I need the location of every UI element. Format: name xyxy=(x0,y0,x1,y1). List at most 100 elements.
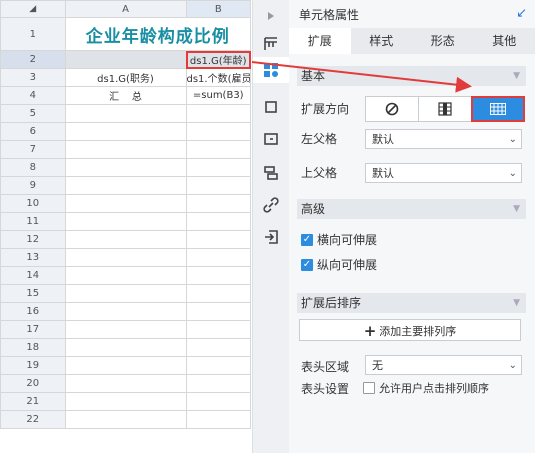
widget-icon[interactable] xyxy=(253,126,289,152)
report-grid[interactable]: ◢ A B 1 企业年龄构成比例 2 ds1.G(年龄) 3 ds1.G(职务)… xyxy=(0,0,252,453)
row-header[interactable]: 1 xyxy=(0,17,66,51)
grid-cell[interactable] xyxy=(64,176,187,195)
section-advanced[interactable]: 高级 ▼ xyxy=(297,199,526,219)
grid-cell[interactable] xyxy=(64,248,187,267)
grid-cell[interactable] xyxy=(185,122,251,141)
row-header[interactable]: 7 xyxy=(0,140,66,159)
horizontal-expand-option[interactable] xyxy=(471,96,525,122)
up-parent-select[interactable]: 默认 ⌄ xyxy=(365,163,522,183)
row-header[interactable]: 16 xyxy=(0,302,66,321)
grid-cell[interactable] xyxy=(64,194,187,213)
section-basic[interactable]: 基本 ▼ xyxy=(297,66,526,86)
grid-cell[interactable] xyxy=(185,140,251,159)
row-header[interactable]: 10 xyxy=(0,194,66,213)
cell-b4[interactable]: =sum(B3) xyxy=(185,86,251,105)
column-layout-icon[interactable] xyxy=(253,31,289,57)
grid-cell[interactable] xyxy=(64,320,187,339)
tab-form[interactable]: 形态 xyxy=(412,28,474,54)
frame-icon[interactable] xyxy=(253,94,289,120)
grid-cell[interactable] xyxy=(64,338,187,357)
vertical-extend-checkbox[interactable]: ✓ 纵向可伸展 xyxy=(301,256,377,273)
grid-cell[interactable] xyxy=(64,410,187,429)
header-area-select[interactable]: 无 ⌄ xyxy=(365,355,522,375)
checkbox-unchecked-icon xyxy=(363,382,375,394)
vertical-expand-option[interactable] xyxy=(419,97,472,121)
grid-cell[interactable] xyxy=(185,320,251,339)
header-area-label: 表头区域 xyxy=(301,360,350,374)
grid-cell[interactable] xyxy=(64,104,187,123)
link-icon[interactable] xyxy=(253,192,289,218)
grid-cell[interactable] xyxy=(64,302,187,321)
column-header-b[interactable]: B xyxy=(185,0,251,18)
grid-cell[interactable] xyxy=(185,356,251,375)
expand-direction-label: 扩展方向 xyxy=(301,102,350,116)
row-header[interactable]: 15 xyxy=(0,284,66,303)
grid-cell[interactable] xyxy=(64,374,187,393)
grid-cell[interactable] xyxy=(185,266,251,285)
data-entry-icon[interactable] xyxy=(253,224,289,250)
grid-cell[interactable] xyxy=(185,374,251,393)
row-header[interactable]: 4 xyxy=(0,86,66,105)
grid-cell[interactable] xyxy=(185,284,251,303)
cell-properties-icon[interactable] xyxy=(253,57,289,83)
row-header[interactable]: 12 xyxy=(0,230,66,249)
grid-cell[interactable] xyxy=(185,230,251,249)
panel-collapse-icon[interactable]: ↙ xyxy=(516,6,527,21)
tab-style[interactable]: 样式 xyxy=(351,28,413,54)
row-header[interactable]: 22 xyxy=(0,410,66,429)
cell-a3[interactable]: ds1.G(职务) xyxy=(64,68,187,87)
horizontal-extend-checkbox[interactable]: ✓ 横向可伸展 xyxy=(301,231,377,248)
grid-cell[interactable] xyxy=(64,212,187,231)
tab-expand[interactable]: 扩展 xyxy=(289,28,351,54)
left-parent-select[interactable]: 默认 ⌄ xyxy=(365,129,522,149)
row-header[interactable]: 20 xyxy=(0,374,66,393)
row-header[interactable]: 14 xyxy=(0,266,66,285)
row-header[interactable]: 3 xyxy=(0,68,66,87)
grid-cell[interactable] xyxy=(64,140,187,159)
panel-title: 单元格属性 xyxy=(299,8,360,22)
grid-cell[interactable] xyxy=(185,302,251,321)
collapse-arrow-icon[interactable] xyxy=(253,3,289,29)
row-header[interactable]: 11 xyxy=(0,212,66,231)
grid-cell[interactable] xyxy=(185,158,251,177)
condition-icon[interactable] xyxy=(253,160,289,186)
column-header-a[interactable]: A xyxy=(64,0,187,18)
allow-user-sort-checkbox[interactable]: 允许用户点击排列顺序 xyxy=(363,380,489,396)
grid-cell[interactable] xyxy=(64,230,187,249)
grid-cell[interactable] xyxy=(64,356,187,375)
row-header[interactable]: 18 xyxy=(0,338,66,357)
grid-cell[interactable] xyxy=(185,104,251,123)
cell-b3[interactable]: ds1.个数(雇员ID) xyxy=(185,68,251,87)
grid-cell[interactable] xyxy=(64,266,187,285)
section-advanced-label: 高级 xyxy=(301,202,326,216)
grid-cell[interactable] xyxy=(185,194,251,213)
row-header[interactable]: 13 xyxy=(0,248,66,267)
row-header[interactable]: 2 xyxy=(0,50,66,69)
cell-b2-selected[interactable]: ds1.G(年龄) xyxy=(185,50,251,69)
add-primary-sort-button[interactable]: + 添加主要排列序 xyxy=(299,319,521,341)
section-sort[interactable]: 扩展后排序 ▼ xyxy=(297,293,526,313)
grid-cell[interactable] xyxy=(185,176,251,195)
row-header[interactable]: 19 xyxy=(0,356,66,375)
grid-cell[interactable] xyxy=(185,410,251,429)
row-header[interactable]: 9 xyxy=(0,176,66,195)
row-header[interactable]: 17 xyxy=(0,320,66,339)
grid-cell[interactable] xyxy=(185,212,251,231)
cell-a4[interactable]: 汇 总 xyxy=(64,86,187,105)
grid-cell[interactable] xyxy=(185,248,251,267)
grid-cell[interactable] xyxy=(185,338,251,357)
grid-cell[interactable] xyxy=(64,122,187,141)
cell-title[interactable]: 企业年龄构成比例 xyxy=(64,17,251,51)
row-header[interactable]: 21 xyxy=(0,392,66,411)
cell-a2[interactable] xyxy=(64,50,187,69)
grid-cell[interactable] xyxy=(185,392,251,411)
row-header[interactable]: 5 xyxy=(0,104,66,123)
no-expand-option[interactable] xyxy=(366,97,419,121)
grid-cell[interactable] xyxy=(64,392,187,411)
row-header[interactable]: 8 xyxy=(0,158,66,177)
tab-other[interactable]: 其他 xyxy=(474,28,535,54)
row-header[interactable]: 6 xyxy=(0,122,66,141)
select-all-corner[interactable]: ◢ xyxy=(0,0,66,18)
grid-cell[interactable] xyxy=(64,158,187,177)
grid-cell[interactable] xyxy=(64,284,187,303)
